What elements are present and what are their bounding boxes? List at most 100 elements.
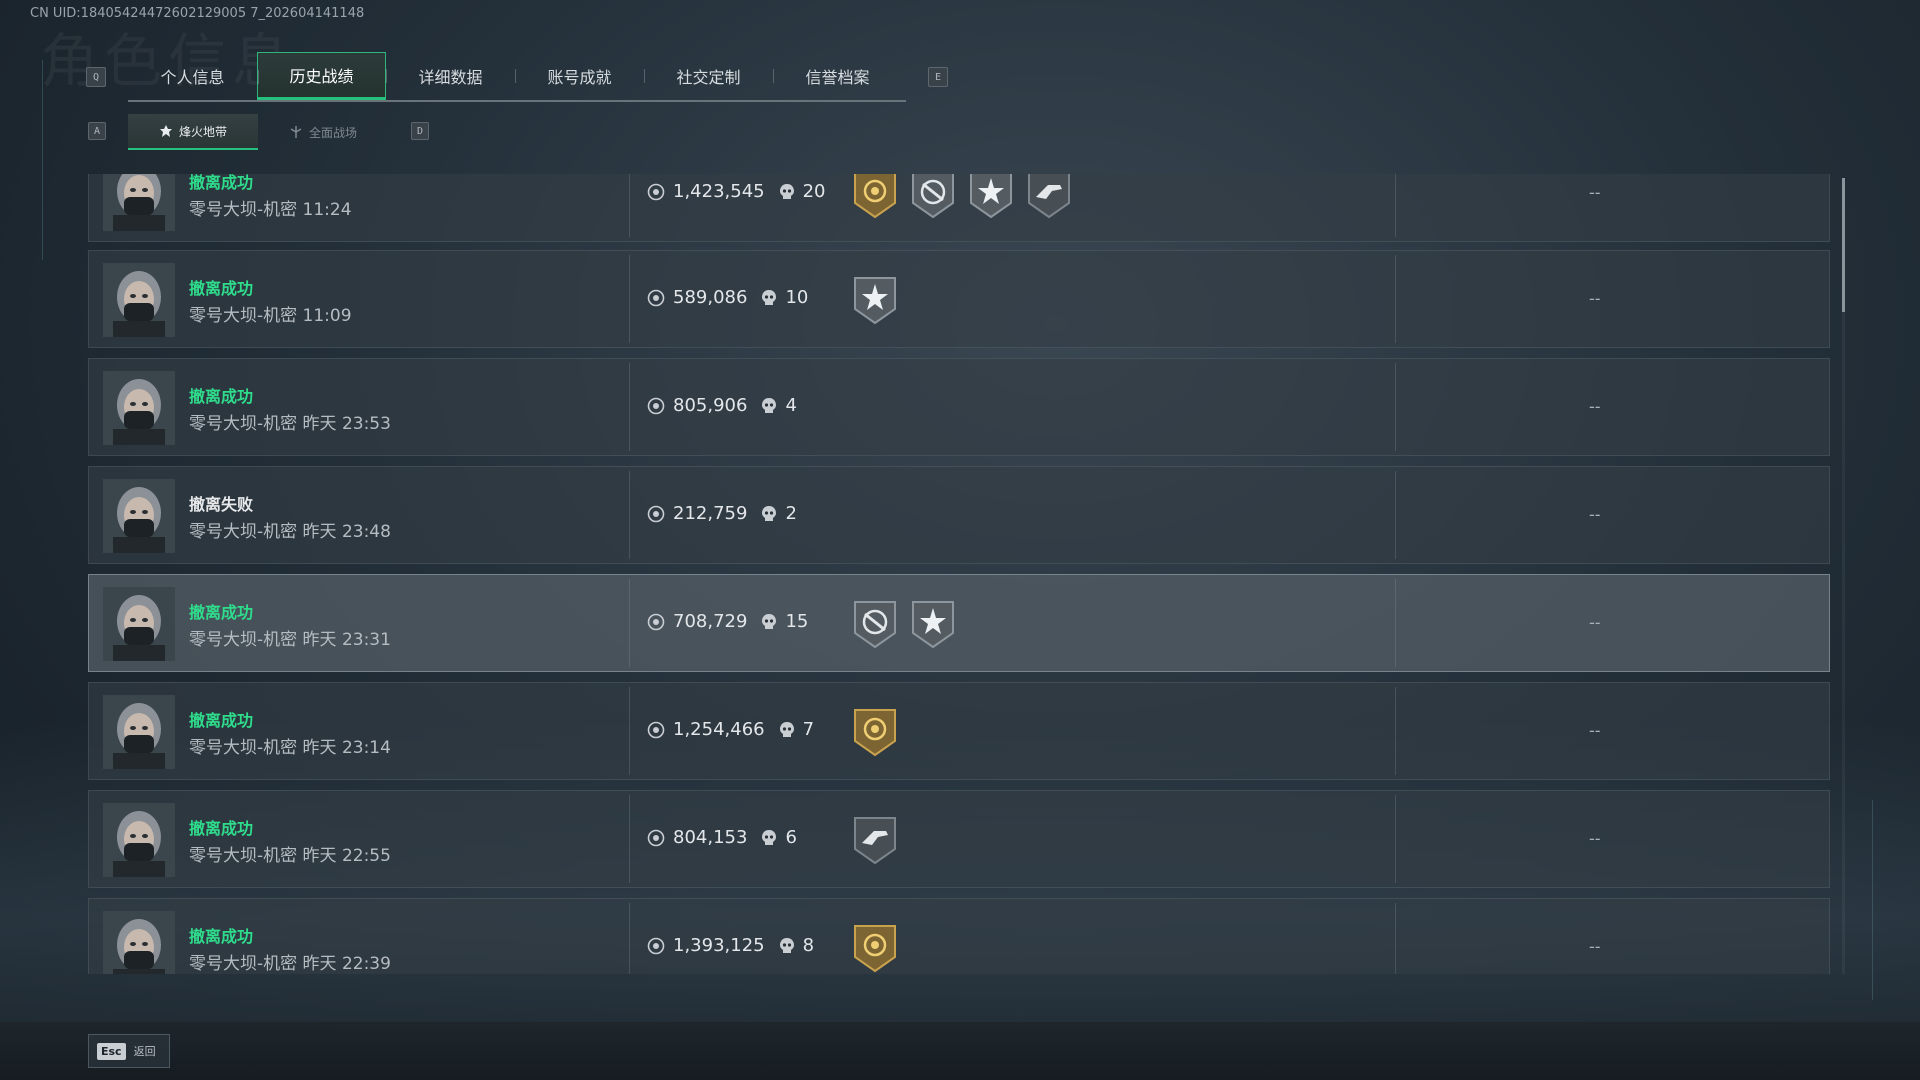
gold-coin-badge-icon[interactable] <box>852 923 898 973</box>
back-button[interactable]: Esc 返回 <box>88 1034 170 1068</box>
loot-value: 1,423,545 <box>673 181 765 202</box>
loot-summary: 1,254,466 7 <box>647 719 814 740</box>
extra-info: -- <box>1589 721 1601 740</box>
star-badge-icon[interactable] <box>968 174 1014 219</box>
extraction-status: 撤离成功 <box>189 927 254 946</box>
subtab-label: 全面战场 <box>308 125 357 140</box>
crosshair-badge-icon[interactable] <box>910 174 956 219</box>
extraction-status: 撤离成功 <box>189 279 254 298</box>
column-divider <box>629 579 630 667</box>
uid-label: CN UID:18405424472602129005 7_2026041411… <box>30 6 365 21</box>
extraction-status: 撤离成功 <box>189 819 254 838</box>
match-record-row[interactable]: 撤离成功 零号大坝-机密 昨天 23:53 805,906 4 -- <box>88 358 1830 456</box>
skull-icon <box>779 937 794 953</box>
loot-summary: 589,086 10 <box>647 287 808 308</box>
back-label: 返回 <box>133 1045 156 1058</box>
column-divider <box>1395 903 1396 974</box>
kill-count: 15 <box>785 611 809 632</box>
coin-icon <box>647 289 665 306</box>
operator-avatar <box>103 911 175 974</box>
gold-coin-badge-icon[interactable] <box>852 174 898 219</box>
map-and-time: 零号大坝-机密 昨天 23:53 <box>189 414 391 434</box>
match-record-row[interactable]: 撤离成功 零号大坝-机密 昨天 23:14 1,254,466 7 -- <box>88 682 1830 780</box>
match-record-row[interactable]: 撤离失败 零号大坝-机密 昨天 23:48 212,759 2 -- <box>88 466 1830 564</box>
skull-icon <box>779 721 794 737</box>
prev-tab-key[interactable]: Q <box>86 67 106 87</box>
operator-avatar <box>103 263 175 337</box>
extra-info: -- <box>1589 505 1601 524</box>
column-divider <box>1395 687 1396 775</box>
map-and-time: 零号大坝-机密 11:24 <box>189 200 352 220</box>
weapon-badge-icon[interactable] <box>852 815 898 865</box>
loot-summary: 804,153 6 <box>647 827 797 848</box>
tab-social-custom[interactable]: 社交定制 <box>644 52 773 100</box>
extra-info: -- <box>1589 829 1601 848</box>
battlefield-icon <box>290 126 302 138</box>
crosshair-badge-icon[interactable] <box>852 599 898 649</box>
loot-value: 212,759 <box>673 503 748 524</box>
prev-subtab-key[interactable]: A <box>88 122 106 140</box>
operator-avatar <box>103 174 175 231</box>
tab-credit-record[interactable]: 信誉档案 <box>773 52 902 100</box>
coin-icon <box>647 721 665 738</box>
operator-avatar <box>103 587 175 661</box>
loot-value: 708,729 <box>673 611 748 632</box>
star-badge-icon[interactable] <box>852 275 898 325</box>
operator-avatar <box>103 371 175 445</box>
map-and-time: 零号大坝-机密 昨天 23:31 <box>189 630 391 650</box>
mode-subtabs: 烽火地带 全面战场 <box>128 114 388 150</box>
subtab-hazard-zone[interactable]: 烽火地带 <box>128 114 258 150</box>
kill-count: 4 <box>785 395 797 416</box>
match-record-row[interactable]: 撤离成功 零号大坝-机密 昨天 22:39 1,393,125 8 -- <box>88 898 1830 974</box>
coin-icon <box>647 613 665 630</box>
extraction-status: 撤离失败 <box>189 495 254 514</box>
column-divider <box>1395 255 1396 343</box>
match-record-list[interactable]: 撤离成功 零号大坝-机密 11:24 1,423,545 20 -- 撤离成功 … <box>88 174 1832 974</box>
loot-value: 1,393,125 <box>673 935 765 956</box>
tab-achievements[interactable]: 账号成就 <box>515 52 644 100</box>
map-and-time: 零号大坝-机密 昨天 23:14 <box>189 738 391 758</box>
column-divider <box>629 363 630 451</box>
tab-match-history[interactable]: 历史战绩 <box>257 52 386 100</box>
hud-line <box>1872 800 1873 1000</box>
loot-value: 589,086 <box>673 287 748 308</box>
loot-summary: 1,393,125 8 <box>647 935 814 956</box>
map-and-time: 零号大坝-机密 昨天 22:39 <box>189 954 391 974</box>
kill-count: 8 <box>802 935 815 956</box>
scrollbar-thumb[interactable] <box>1842 178 1845 312</box>
tab-detailed-data[interactable]: 详细数据 <box>386 52 515 100</box>
match-record-row[interactable]: 撤离成功 零号大坝-机密 昨天 23:31 708,729 15 -- <box>88 574 1830 672</box>
hud-line <box>42 60 43 260</box>
match-record-row[interactable]: 撤离成功 零号大坝-机密 11:24 1,423,545 20 -- <box>88 174 1830 242</box>
skull-icon <box>779 183 794 199</box>
extra-info: -- <box>1589 289 1601 308</box>
gold-coin-badge-icon[interactable] <box>852 707 898 757</box>
column-divider <box>629 795 630 883</box>
achievement-badges <box>852 174 1072 219</box>
operator-avatar <box>103 479 175 553</box>
achievement-badges <box>852 707 898 757</box>
loot-summary: 805,906 4 <box>647 395 797 416</box>
loot-summary: 1,423,545 20 <box>647 181 826 202</box>
hazard-zone-icon <box>159 125 172 137</box>
skull-icon <box>762 613 777 629</box>
extraction-status: 撤离成功 <box>189 387 254 406</box>
coin-icon <box>647 505 665 522</box>
next-subtab-key[interactable]: D <box>411 122 429 140</box>
operator-avatar <box>103 695 175 769</box>
weapon-badge-icon[interactable] <box>1026 174 1072 219</box>
achievement-badges <box>852 275 898 325</box>
next-tab-key[interactable]: E <box>928 67 948 87</box>
tab-personal-info[interactable]: 个人信息 <box>128 52 257 100</box>
match-record-row[interactable]: 撤离成功 零号大坝-机密 昨天 22:55 804,153 6 -- <box>88 790 1830 888</box>
achievement-badges <box>852 815 898 865</box>
star-badge-icon[interactable] <box>910 599 956 649</box>
kill-count: 2 <box>785 503 797 524</box>
match-record-row[interactable]: 撤离成功 零号大坝-机密 11:09 589,086 10 -- <box>88 250 1830 348</box>
loot-value: 804,153 <box>673 827 748 848</box>
kill-count: 20 <box>802 181 826 202</box>
coin-icon <box>647 183 665 200</box>
subtab-battlefield[interactable]: 全面战场 <box>258 114 388 150</box>
extraction-status: 撤离成功 <box>189 603 254 622</box>
esc-key: Esc <box>97 1042 126 1060</box>
